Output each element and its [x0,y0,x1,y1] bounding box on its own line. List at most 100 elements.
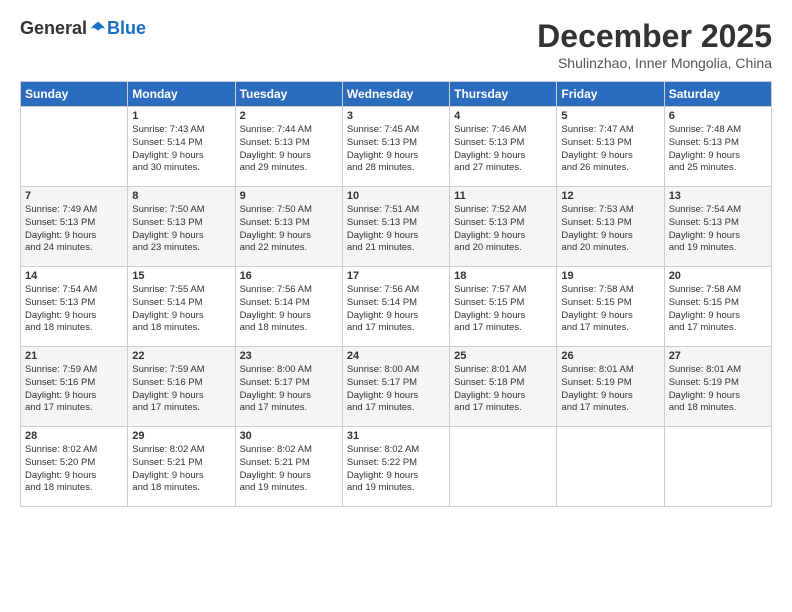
day-info: Sunrise: 8:02 AM Sunset: 5:21 PM Dayligh… [240,444,338,495]
day-info: Sunrise: 7:49 AM Sunset: 5:13 PM Dayligh… [25,204,123,255]
day-number: 1 [132,110,230,122]
day-info: Sunrise: 7:48 AM Sunset: 5:13 PM Dayligh… [669,124,767,175]
calendar-day-cell: 13 Sunrise: 7:54 AM Sunset: 5:13 PM Dayli… [664,187,771,267]
calendar-day-cell: 3 Sunrise: 7:45 AM Sunset: 5:13 PM Daylig… [342,107,449,187]
day-number: 27 [669,350,767,362]
calendar-day-header: Monday [128,82,235,107]
calendar-week-row: 1 Sunrise: 7:43 AM Sunset: 5:14 PM Daylig… [21,107,772,187]
day-number: 23 [240,350,338,362]
day-info: Sunrise: 8:02 AM Sunset: 5:20 PM Dayligh… [25,444,123,495]
day-info: Sunrise: 7:44 AM Sunset: 5:13 PM Dayligh… [240,124,338,175]
day-number: 24 [347,350,445,362]
calendar-day-header: Thursday [450,82,557,107]
calendar-day-cell: 14 Sunrise: 7:54 AM Sunset: 5:13 PM Dayli… [21,267,128,347]
day-number: 5 [561,110,659,122]
day-number: 13 [669,190,767,202]
header: General Blue December 2025 Shulinzhao, I… [20,18,772,71]
calendar-table: SundayMondayTuesdayWednesdayThursdayFrid… [20,81,772,507]
calendar-day-cell: 22Sunrise: 7:59 AM Sunset: 5:16 PM Dayli… [128,347,235,427]
calendar-day-header: Saturday [664,82,771,107]
day-number: 19 [561,270,659,282]
calendar-day-header: Tuesday [235,82,342,107]
calendar-day-cell: 17Sunrise: 7:56 AM Sunset: 5:14 PM Dayli… [342,267,449,347]
day-info: Sunrise: 7:47 AM Sunset: 5:13 PM Dayligh… [561,124,659,175]
day-info: Sunrise: 8:02 AM Sunset: 5:21 PM Dayligh… [132,444,230,495]
day-number: 20 [669,270,767,282]
day-number: 21 [25,350,123,362]
day-info: Sunrise: 8:01 AM Sunset: 5:19 PM Dayligh… [561,364,659,415]
day-info: Sunrise: 7:54 AM Sunset: 5:13 PM Dayligh… [669,204,767,255]
day-info: Sunrise: 7:56 AM Sunset: 5:14 PM Dayligh… [347,284,445,335]
day-number: 4 [454,110,552,122]
day-number: 9 [240,190,338,202]
day-number: 7 [25,190,123,202]
calendar-day-cell: 4 Sunrise: 7:46 AM Sunset: 5:13 PM Daylig… [450,107,557,187]
calendar-day-header: Sunday [21,82,128,107]
day-info: Sunrise: 8:00 AM Sunset: 5:17 PM Dayligh… [240,364,338,415]
day-number: 8 [132,190,230,202]
calendar-day-cell: 30 Sunrise: 8:02 AM Sunset: 5:21 PM Dayli… [235,427,342,507]
day-info: Sunrise: 7:43 AM Sunset: 5:14 PM Dayligh… [132,124,230,175]
day-info: Sunrise: 7:50 AM Sunset: 5:13 PM Dayligh… [240,204,338,255]
day-info: Sunrise: 7:59 AM Sunset: 5:16 PM Dayligh… [25,364,123,415]
calendar-day-cell: 9 Sunrise: 7:50 AM Sunset: 5:13 PM Daylig… [235,187,342,267]
day-number: 11 [454,190,552,202]
day-number: 29 [132,430,230,442]
calendar-day-cell: 16 Sunrise: 7:56 AM Sunset: 5:14 PM Dayli… [235,267,342,347]
calendar-day-cell: 5 Sunrise: 7:47 AM Sunset: 5:13 PM Daylig… [557,107,664,187]
day-info: Sunrise: 8:01 AM Sunset: 5:19 PM Dayligh… [669,364,767,415]
day-info: Sunrise: 7:54 AM Sunset: 5:13 PM Dayligh… [25,284,123,335]
day-number: 28 [25,430,123,442]
calendar-day-cell: 31 Sunrise: 8:02 AM Sunset: 5:22 PM Dayli… [342,427,449,507]
page-container: General Blue December 2025 Shulinzhao, I… [0,0,792,517]
day-number: 31 [347,430,445,442]
day-number: 30 [240,430,338,442]
calendar-day-cell: 1 Sunrise: 7:43 AM Sunset: 5:14 PM Daylig… [128,107,235,187]
day-info: Sunrise: 7:53 AM Sunset: 5:13 PM Dayligh… [561,204,659,255]
calendar-day-cell [557,427,664,507]
calendar-week-row: 7 Sunrise: 7:49 AM Sunset: 5:13 PM Daylig… [21,187,772,267]
day-number: 22 [132,350,230,362]
calendar-day-cell: 6 Sunrise: 7:48 AM Sunset: 5:13 PM Daylig… [664,107,771,187]
calendar-day-cell [664,427,771,507]
calendar-day-cell: 24 Sunrise: 8:00 AM Sunset: 5:17 PM Dayli… [342,347,449,427]
day-number: 10 [347,190,445,202]
calendar-day-cell: 28 Sunrise: 8:02 AM Sunset: 5:20 PM Dayli… [21,427,128,507]
day-number: 25 [454,350,552,362]
day-info: Sunrise: 8:00 AM Sunset: 5:17 PM Dayligh… [347,364,445,415]
calendar-day-cell [21,107,128,187]
calendar-week-row: 14 Sunrise: 7:54 AM Sunset: 5:13 PM Dayli… [21,267,772,347]
day-number: 3 [347,110,445,122]
title-section: December 2025 Shulinzhao, Inner Mongolia… [537,18,772,71]
calendar-day-cell: 23 Sunrise: 8:00 AM Sunset: 5:17 PM Dayli… [235,347,342,427]
calendar-day-cell: 27 Sunrise: 8:01 AM Sunset: 5:19 PM Dayli… [664,347,771,427]
day-info: Sunrise: 7:46 AM Sunset: 5:13 PM Dayligh… [454,124,552,175]
day-number: 14 [25,270,123,282]
calendar-week-row: 21 Sunrise: 7:59 AM Sunset: 5:16 PM Dayli… [21,347,772,427]
day-number: 2 [240,110,338,122]
day-info: Sunrise: 7:56 AM Sunset: 5:14 PM Dayligh… [240,284,338,335]
day-info: Sunrise: 7:55 AM Sunset: 5:14 PM Dayligh… [132,284,230,335]
calendar-day-header: Friday [557,82,664,107]
day-info: Sunrise: 8:01 AM Sunset: 5:18 PM Dayligh… [454,364,552,415]
day-info: Sunrise: 7:51 AM Sunset: 5:13 PM Dayligh… [347,204,445,255]
calendar-day-header: Wednesday [342,82,449,107]
calendar-day-cell: 21 Sunrise: 7:59 AM Sunset: 5:16 PM Dayli… [21,347,128,427]
day-info: Sunrise: 7:57 AM Sunset: 5:15 PM Dayligh… [454,284,552,335]
day-number: 18 [454,270,552,282]
day-number: 6 [669,110,767,122]
day-info: Sunrise: 7:45 AM Sunset: 5:13 PM Dayligh… [347,124,445,175]
day-info: Sunrise: 8:02 AM Sunset: 5:22 PM Dayligh… [347,444,445,495]
day-info: Sunrise: 7:52 AM Sunset: 5:13 PM Dayligh… [454,204,552,255]
logo-blue-text: Blue [107,18,146,39]
calendar-day-cell [450,427,557,507]
calendar-day-cell: 25 Sunrise: 8:01 AM Sunset: 5:18 PM Dayli… [450,347,557,427]
day-number: 16 [240,270,338,282]
day-info: Sunrise: 7:50 AM Sunset: 5:13 PM Dayligh… [132,204,230,255]
day-info: Sunrise: 7:58 AM Sunset: 5:15 PM Dayligh… [669,284,767,335]
calendar-day-cell: 11 Sunrise: 7:52 AM Sunset: 5:13 PM Dayli… [450,187,557,267]
calendar-day-cell: 26Sunrise: 8:01 AM Sunset: 5:19 PM Dayli… [557,347,664,427]
logo-general-text: General [20,18,87,39]
calendar-day-cell: 15Sunrise: 7:55 AM Sunset: 5:14 PM Dayli… [128,267,235,347]
calendar-day-cell: 29 Sunrise: 8:02 AM Sunset: 5:21 PM Dayli… [128,427,235,507]
